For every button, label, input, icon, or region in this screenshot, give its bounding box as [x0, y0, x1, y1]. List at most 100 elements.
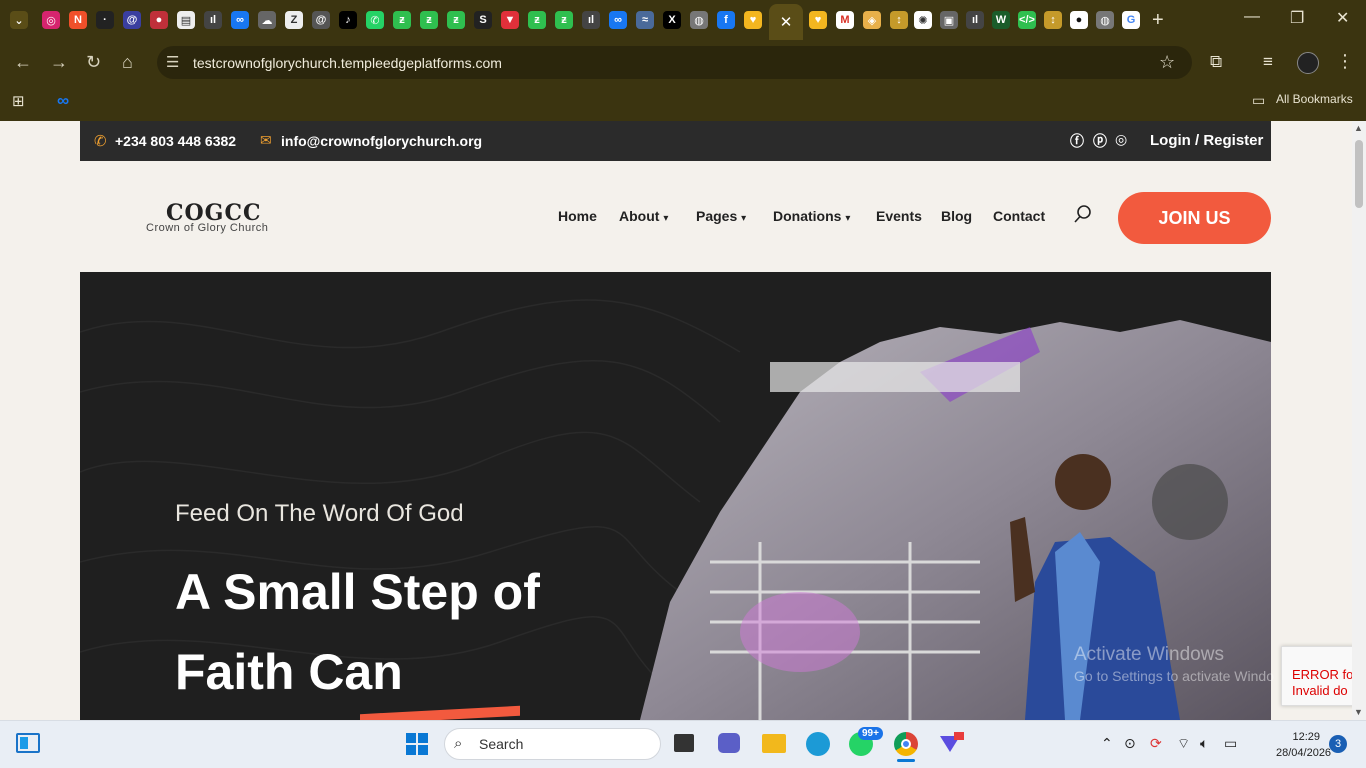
notification-count[interactable]: 3 [1329, 735, 1347, 753]
menu-dots-icon[interactable]: ⋮ [1336, 51, 1354, 72]
tab-gmail-icon[interactable]: M [836, 11, 854, 29]
tab-app-icon[interactable]: ↕ [1044, 11, 1062, 29]
windows-start-icon[interactable] [406, 733, 428, 760]
tab-spiral-icon[interactable]: @ [123, 11, 141, 29]
tab-search-icon[interactable]: ⌄ [10, 11, 28, 29]
nav-pages-label: Pages [696, 208, 738, 224]
tray-network-icon[interactable]: ⊙ [1124, 735, 1136, 752]
tab-globe-icon[interactable]: ◍ [1096, 11, 1114, 29]
meta-bookmark-icon[interactable]: ∞ [57, 91, 69, 111]
file-explorer-icon[interactable] [762, 734, 786, 753]
volume-icon[interactable]: 🔈︎ [1200, 735, 1208, 752]
pinterest-icon[interactable]: ⓟ [1093, 131, 1107, 151]
tab-openai-icon[interactable]: ✺ [914, 11, 932, 29]
nav-home[interactable]: Home [558, 208, 597, 224]
tray-update-icon[interactable]: ⟳ [1150, 735, 1162, 752]
nav-blog[interactable]: Blog [941, 208, 972, 224]
tab-heart-icon[interactable]: ♥ [809, 11, 827, 29]
media-icon[interactable]: ≡ [1263, 52, 1273, 72]
close-window-icon[interactable]: ✕ [1336, 8, 1349, 28]
tab-whatsapp-icon[interactable]: ✆ [366, 11, 384, 29]
login-register-link[interactable]: Login / Register [1150, 132, 1263, 149]
all-bookmarks[interactable]: All Bookmarks [1276, 92, 1353, 106]
home-icon[interactable]: ⌂ [122, 52, 133, 73]
site-info-icon[interactable]: ☰ [166, 53, 179, 71]
tab-x-icon[interactable]: X [663, 11, 681, 29]
widgets-icon[interactable] [16, 733, 40, 753]
tab-raspberry-icon[interactable]: ● [150, 11, 168, 29]
join-us-button[interactable]: JOIN US [1118, 192, 1271, 244]
tab-app-icon[interactable]: W [992, 11, 1010, 29]
wifi-icon[interactable]: ⌔ [1177, 735, 1190, 753]
tab-heart-icon[interactable]: ♥ [744, 11, 762, 29]
nav-events[interactable]: Events [876, 208, 922, 224]
forward-icon[interactable]: → [50, 52, 68, 73]
facebook-icon[interactable]: ⓕ [1070, 131, 1084, 151]
tab-tiktok-icon[interactable]: ♪ [339, 11, 357, 29]
reload-icon[interactable]: ↻ [86, 52, 101, 73]
profile-avatar[interactable] [1297, 52, 1319, 74]
apps-grid-icon[interactable]: ⊞ [12, 92, 25, 110]
tab-app-icon[interactable]: ƶ [447, 11, 465, 29]
minimize-icon[interactable]: — [1244, 8, 1260, 26]
tab-meta-icon[interactable]: ∞ [609, 11, 627, 29]
teams-icon[interactable] [718, 733, 740, 753]
tab-code-icon[interactable]: </> [1018, 11, 1036, 29]
tab-app-icon[interactable]: ▤ [177, 11, 195, 29]
extensions-icon[interactable]: ⧉ [1210, 52, 1222, 72]
tab-globe-icon[interactable]: ◍ [690, 11, 708, 29]
hero-title: A Small Step of Faith Can [175, 564, 540, 700]
tab-spiral-icon[interactable]: @ [312, 11, 330, 29]
tray-chevron-icon[interactable]: ⌃ [1101, 735, 1113, 752]
bookmark-star-icon[interactable]: ☆ [1159, 52, 1175, 73]
tab-app-icon[interactable]: ◈ [863, 11, 881, 29]
new-tab-button[interactable]: + [1152, 9, 1164, 32]
taskbar-clock[interactable]: 12:29 28/04/2026 [1276, 729, 1331, 761]
tab-cloud-icon[interactable]: ☁ [258, 11, 276, 29]
restore-icon[interactable]: ❐ [1290, 8, 1304, 28]
email-address[interactable]: info@crownofglorychurch.org [281, 133, 482, 149]
close-tab-icon[interactable]: ✕ [780, 13, 793, 31]
nav-about[interactable]: About ▾ [619, 208, 668, 224]
app-icon[interactable] [938, 732, 964, 754]
tab-app-icon[interactable]: ▣ [940, 11, 958, 29]
tab-app-icon[interactable]: N [69, 11, 87, 29]
back-icon[interactable]: ← [14, 52, 32, 73]
tab-app-icon[interactable]: · [96, 11, 114, 29]
tab-app-icon[interactable]: ▼ [501, 11, 519, 29]
nav-contact[interactable]: Contact [993, 208, 1045, 224]
nav-pages[interactable]: Pages ▾ [696, 208, 746, 224]
chevron-down-icon: ▾ [741, 213, 747, 224]
page-scrollbar[interactable] [1352, 121, 1366, 720]
active-tab[interactable]: ✕ [769, 4, 803, 40]
tab-app-icon[interactable]: ƶ [555, 11, 573, 29]
url-text[interactable]: testcrownofglorychurch.templeedgeplatfor… [193, 55, 502, 71]
tab-app-icon[interactable]: ƶ [420, 11, 438, 29]
task-view-icon[interactable] [674, 734, 694, 752]
tab-facebook-icon[interactable]: f [717, 11, 735, 29]
tab-app-icon[interactable]: S [474, 11, 492, 29]
tab-instagram-icon[interactable]: ◎ [42, 11, 60, 29]
tab-app-icon[interactable]: Z [285, 11, 303, 29]
edge-icon[interactable] [806, 732, 830, 756]
tab-google-icon[interactable]: G [1122, 11, 1140, 29]
tab-github-icon[interactable]: ● [1070, 11, 1088, 29]
nav-donations[interactable]: Donations ▾ [773, 208, 850, 224]
battery-icon[interactable]: ▭ [1224, 735, 1237, 752]
taskbar-search[interactable] [444, 728, 661, 760]
tab-app-icon[interactable]: ↕ [890, 11, 908, 29]
tab-meta-icon[interactable]: ∞ [231, 11, 249, 29]
chrome-icon[interactable] [894, 732, 918, 756]
phone-number[interactable]: +234 803 448 6382 [115, 133, 236, 149]
tab-waves-icon[interactable]: ıl [966, 11, 984, 29]
search-icon[interactable] [1073, 204, 1093, 229]
tab-app-icon[interactable]: ƶ [528, 11, 546, 29]
tab-app-icon[interactable]: ƶ [393, 11, 411, 29]
scrollbar-thumb[interactable] [1355, 140, 1363, 208]
scroll-down-icon[interactable]: ▼ [1354, 707, 1363, 717]
tab-waves-icon[interactable]: ıl [582, 11, 600, 29]
tab-app-icon[interactable]: ≈ [636, 11, 654, 29]
scroll-up-icon[interactable]: ▲ [1354, 123, 1363, 133]
instagram-icon[interactable]: ◎ [1115, 131, 1127, 148]
tab-waves-icon[interactable]: ıl [204, 11, 222, 29]
